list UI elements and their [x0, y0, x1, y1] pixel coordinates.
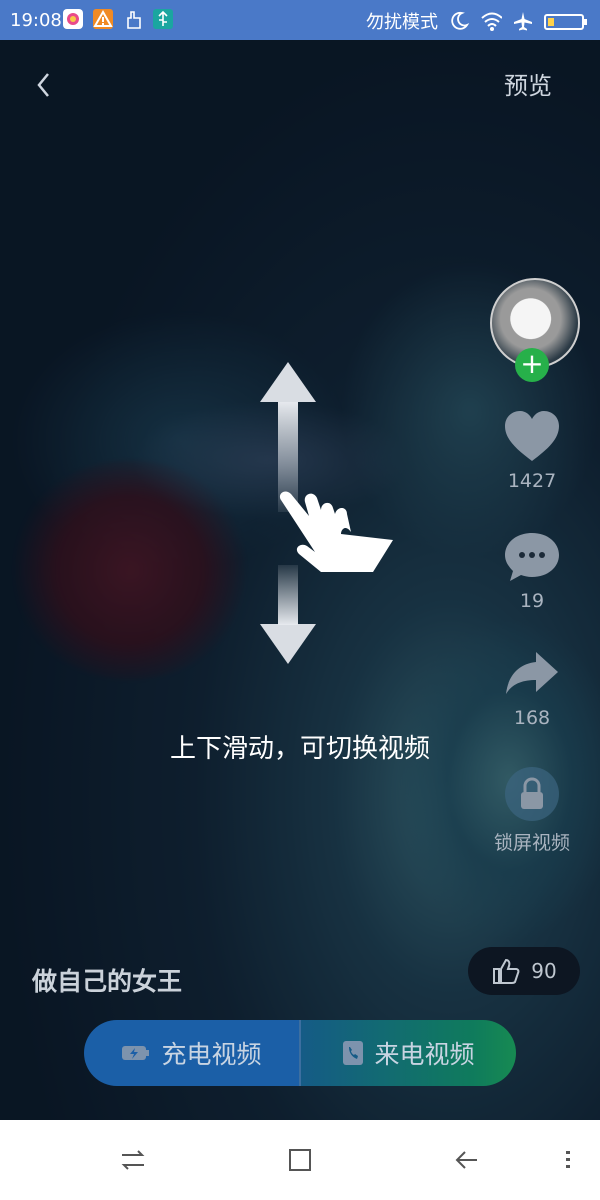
thumbs-up-icon — [493, 958, 520, 984]
share-count: 168 — [513, 707, 551, 729]
status-bar: 19:08 勿扰模式 — [0, 0, 600, 40]
back-nav-button[interactable] — [446, 1145, 486, 1175]
charge-video-label: 充电视频 — [161, 1040, 262, 1069]
hand-icon — [122, 8, 144, 30]
share-button[interactable]: 168 — [500, 645, 564, 729]
menu-button[interactable] — [548, 1145, 588, 1175]
like-button[interactable]: 1427 — [500, 408, 564, 492]
chevron-left-icon — [37, 73, 49, 97]
thumbs-up-count: 90 — [531, 959, 557, 983]
status-icons-right: 勿扰模式 — [366, 8, 590, 34]
hand-pointer-icon — [275, 480, 395, 580]
call-video-label: 来电视频 — [374, 1040, 475, 1069]
share-icon — [500, 645, 564, 701]
comment-count: 19 — [519, 590, 545, 612]
status-time: 19:08 — [10, 10, 62, 31]
switch-apps-button[interactable] — [113, 1145, 153, 1175]
set-video-actions: 充电视频 来电视频 — [84, 1020, 516, 1086]
preview-button[interactable]: 预览 — [504, 66, 552, 101]
switch-icon — [121, 1150, 145, 1170]
warning-icon — [92, 8, 114, 30]
heart-icon — [500, 408, 564, 464]
back-arrow-icon — [455, 1151, 477, 1169]
comment-button[interactable]: 19 — [500, 528, 564, 612]
notification-icons — [62, 8, 174, 30]
lock-icon — [484, 766, 580, 822]
call-video-button[interactable]: 来电视频 — [301, 1020, 516, 1086]
home-square-icon — [289, 1149, 311, 1171]
battery-charge-icon — [122, 1046, 150, 1060]
dnd-label: 勿扰模式 — [366, 12, 438, 33]
video-title: 做自己的女王 — [32, 967, 183, 996]
comment-icon — [500, 528, 564, 584]
plus-icon: + — [520, 347, 544, 380]
navigation-bar — [0, 1120, 600, 1200]
battery-icon — [544, 10, 590, 32]
back-button[interactable] — [30, 70, 60, 100]
lock-label: 锁屏视频 — [493, 832, 570, 854]
thumbs-up-button[interactable]: 90 — [468, 947, 580, 995]
app-icon — [62, 8, 84, 30]
lock-screen-video-button[interactable]: 锁屏视频 — [484, 766, 580, 855]
follow-button[interactable]: + — [515, 348, 549, 382]
swipe-hint-text: 上下滑动，可切换视频 — [169, 734, 430, 764]
wifi-icon — [480, 10, 502, 32]
airplane-icon — [512, 10, 534, 32]
menu-dots-icon — [566, 1151, 570, 1168]
phone-card-icon — [343, 1041, 364, 1065]
charge-video-button[interactable]: 充电视频 — [84, 1020, 299, 1086]
moon-icon — [448, 10, 470, 32]
home-button[interactable] — [280, 1145, 320, 1175]
like-count: 1427 — [507, 470, 557, 492]
usb-icon — [152, 8, 174, 30]
